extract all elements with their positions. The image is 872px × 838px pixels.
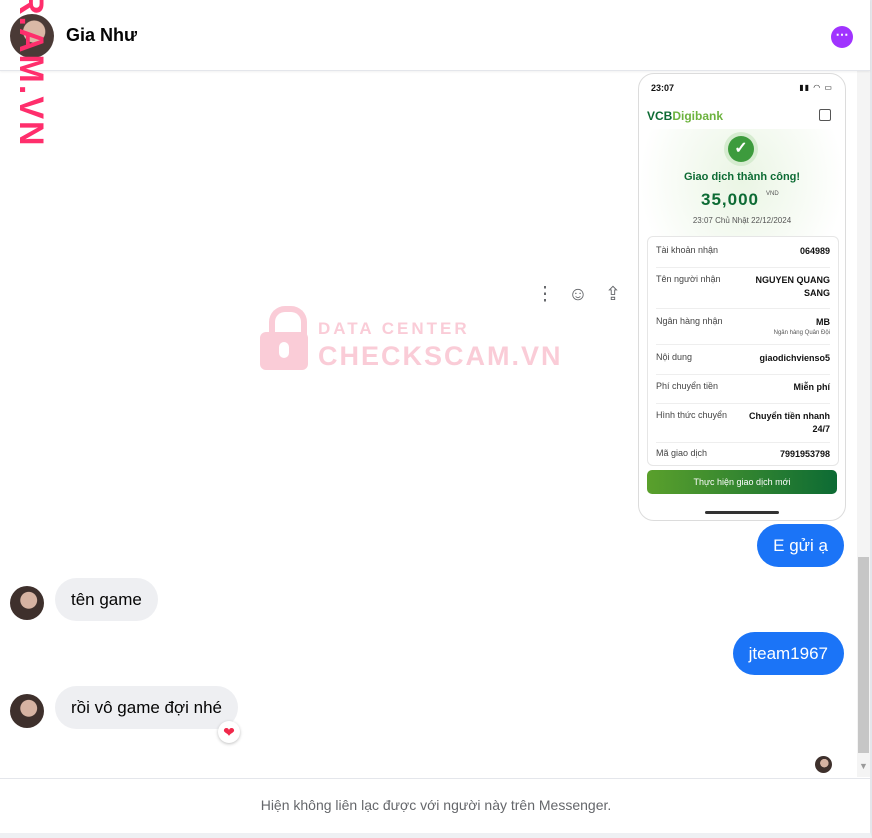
- scroll-down-icon[interactable]: ▼: [859, 761, 868, 771]
- logo-prefix: VCB: [647, 109, 673, 123]
- row-value: Chuyển tiền nhanh 24/7: [749, 411, 830, 434]
- receipt-row: Phí chuyển tiền Miễn phí: [656, 381, 830, 404]
- row-label: Tên người nhận: [656, 274, 721, 284]
- share-icon[interactable]: ⇪: [602, 284, 624, 306]
- receipt-datetime: 23:07 Chủ Nhật 22/12/2024: [692, 216, 792, 225]
- seen-avatar: [815, 756, 832, 773]
- row-label: Nội dung: [656, 352, 693, 362]
- logo-suffix: Digibank: [672, 109, 724, 123]
- receipt-details-card: Tài khoản nhận 064989 Tên người nhận NGU…: [647, 236, 839, 466]
- lock-icon: [260, 306, 308, 370]
- bank-logo: VCBDigibank: [647, 109, 723, 123]
- unavailable-notice: Hiện không liên lạc được với người này t…: [260, 797, 612, 813]
- new-transaction-button: Thực hiện giao dịch mới: [647, 470, 837, 494]
- row-value: NGUYEN QUANG SANG: [755, 275, 830, 298]
- watermark-side-text: R.AM.VN: [12, 0, 50, 148]
- row-label: Ngân hàng nhận: [656, 316, 723, 326]
- receipt-row: Tên người nhận NGUYEN QUANG SANG: [656, 274, 830, 309]
- chat-header: Gia Như ⋯: [0, 0, 870, 71]
- messenger-window: Gia Như ⋯ R.AM.VN 23:07 ▮▮ ◠ ▭ VCBDigiba…: [0, 0, 872, 838]
- watermark-main: CHECKSCAM.VN: [318, 341, 563, 371]
- incoming-message[interactable]: tên game: [55, 578, 158, 621]
- home-indicator: [705, 511, 779, 514]
- contact-name[interactable]: Gia Như: [66, 25, 137, 46]
- message-list[interactable]: 23:07 ▮▮ ◠ ▭ VCBDigibank ✓ Giao dịch thà…: [0, 71, 857, 777]
- row-value: giaodichvienso5: [759, 353, 830, 363]
- home-icon: [819, 109, 831, 121]
- contact-avatar-small[interactable]: [10, 694, 44, 728]
- more-vertical-icon[interactable]: ⋮: [534, 284, 556, 306]
- row-value: Miễn phí: [793, 382, 831, 392]
- receipt-row: Tài khoản nhận 064989: [656, 245, 830, 268]
- scrollbar-thumb[interactable]: [858, 557, 869, 753]
- row-value: 7991953798: [779, 449, 830, 459]
- smile-icon[interactable]: ☺: [567, 284, 589, 306]
- row-label: Tài khoản nhận: [656, 245, 719, 255]
- row-value: MB: [816, 317, 830, 327]
- contact-avatar-small[interactable]: [10, 586, 44, 620]
- watermark-top: DATA CENTER: [318, 319, 470, 338]
- signal-icons: ▮▮ ◠ ▭: [799, 83, 833, 92]
- receipt-amount: 35,000: [701, 190, 759, 209]
- row-value: 064989: [799, 246, 830, 256]
- message-actions: ⋮ ☺ ⇪: [534, 284, 624, 308]
- success-check-icon: ✓: [728, 136, 754, 162]
- row-label: Mã giao dịch: [656, 448, 708, 458]
- outgoing-message[interactable]: jteam1967: [732, 632, 844, 675]
- receipt-row: Hình thức chuyển Chuyển tiền nhanh 24/7: [656, 410, 830, 443]
- receipt-status-time: 23:07: [651, 83, 675, 93]
- receipt-row: Ngân hàng nhận MB Ngân hàng Quân Đội: [656, 316, 830, 345]
- row-subvalue: Ngân hàng Quân Đội: [773, 330, 830, 336]
- row-label: Phí chuyển tiền: [656, 381, 719, 391]
- receipt-success-text: Giao dịch thành công!: [683, 171, 801, 183]
- transfer-receipt-image[interactable]: 23:07 ▮▮ ◠ ▭ VCBDigibank ✓ Giao dịch thà…: [638, 73, 846, 521]
- receipt-currency: VND: [766, 191, 779, 197]
- ellipsis-icon: ⋯: [835, 27, 849, 42]
- chat-footer: Hiện không liên lạc được với người này t…: [0, 778, 870, 833]
- heart-reaction-icon[interactable]: ❤: [218, 721, 240, 743]
- outgoing-message[interactable]: E gửi ạ: [757, 524, 844, 567]
- scrollbar[interactable]: ▼: [857, 71, 870, 777]
- watermark: DATA CENTER CHECKSCAM.VN: [260, 306, 561, 386]
- incoming-message[interactable]: rồi vô game đợi nhé: [55, 686, 239, 729]
- more-options-button[interactable]: ⋯: [831, 26, 853, 48]
- row-label: Hình thức chuyển: [656, 410, 728, 420]
- receipt-row: Nội dung giaodichvienso5: [656, 352, 830, 375]
- receipt-row: Mã giao dịch 7991953798: [656, 448, 830, 462]
